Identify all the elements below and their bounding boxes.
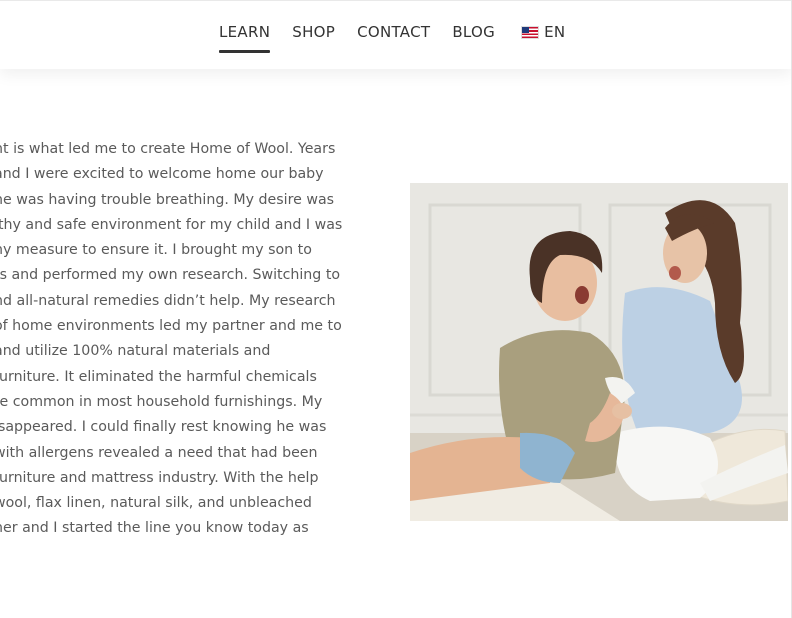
nav-shop[interactable]: SHOP (292, 23, 335, 41)
us-flag-icon (521, 25, 540, 39)
article-line: isappeared. I could finally rest knowing… (0, 419, 327, 436)
photo-illustration (410, 183, 788, 521)
article-line: nt is what led me to create Home of Wool… (0, 141, 336, 157)
top-navigation: LEARN SHOP CONTACT BLOG EN (0, 0, 792, 69)
bottom-fade (0, 530, 792, 618)
article-line: he was having trouble breathing. My desi… (0, 191, 335, 208)
article-line: with allergens revealed a need that had … (0, 444, 318, 461)
article-line: wool, flax linen, natural silk, and unbl… (0, 495, 312, 512)
article-line: ny measure to ensure it. I brought my so… (0, 242, 312, 259)
nav-blog[interactable]: BLOG (452, 23, 495, 41)
article-line: ts and performed my own research. Switch… (0, 267, 341, 284)
article-line: and utilize 100% natural materials and (0, 343, 271, 360)
language-label: EN (544, 23, 566, 41)
article-line: re common in most household furnishings.… (0, 393, 323, 410)
nav-menu: LEARN SHOP CONTACT BLOG EN (219, 23, 587, 53)
nav-contact[interactable]: CONTACT (357, 23, 430, 41)
article-line: furniture and mattress industry. With th… (0, 469, 319, 486)
article-line: nd all-natural remedies didn’t help. My … (0, 292, 336, 309)
language-selector[interactable]: EN (521, 23, 565, 41)
article-line: and I were excited to welcome home our b… (0, 166, 324, 183)
article-line: furniture. It eliminated the harmful che… (0, 368, 317, 385)
mother-and-child-photo (410, 183, 788, 521)
article-body: nt is what led me to create Home of Wool… (0, 137, 384, 547)
article-line: lthy and safe environment for my child a… (0, 216, 343, 233)
article-line: of home environments led my partner and … (0, 318, 342, 335)
nav-learn[interactable]: LEARN (219, 23, 271, 53)
